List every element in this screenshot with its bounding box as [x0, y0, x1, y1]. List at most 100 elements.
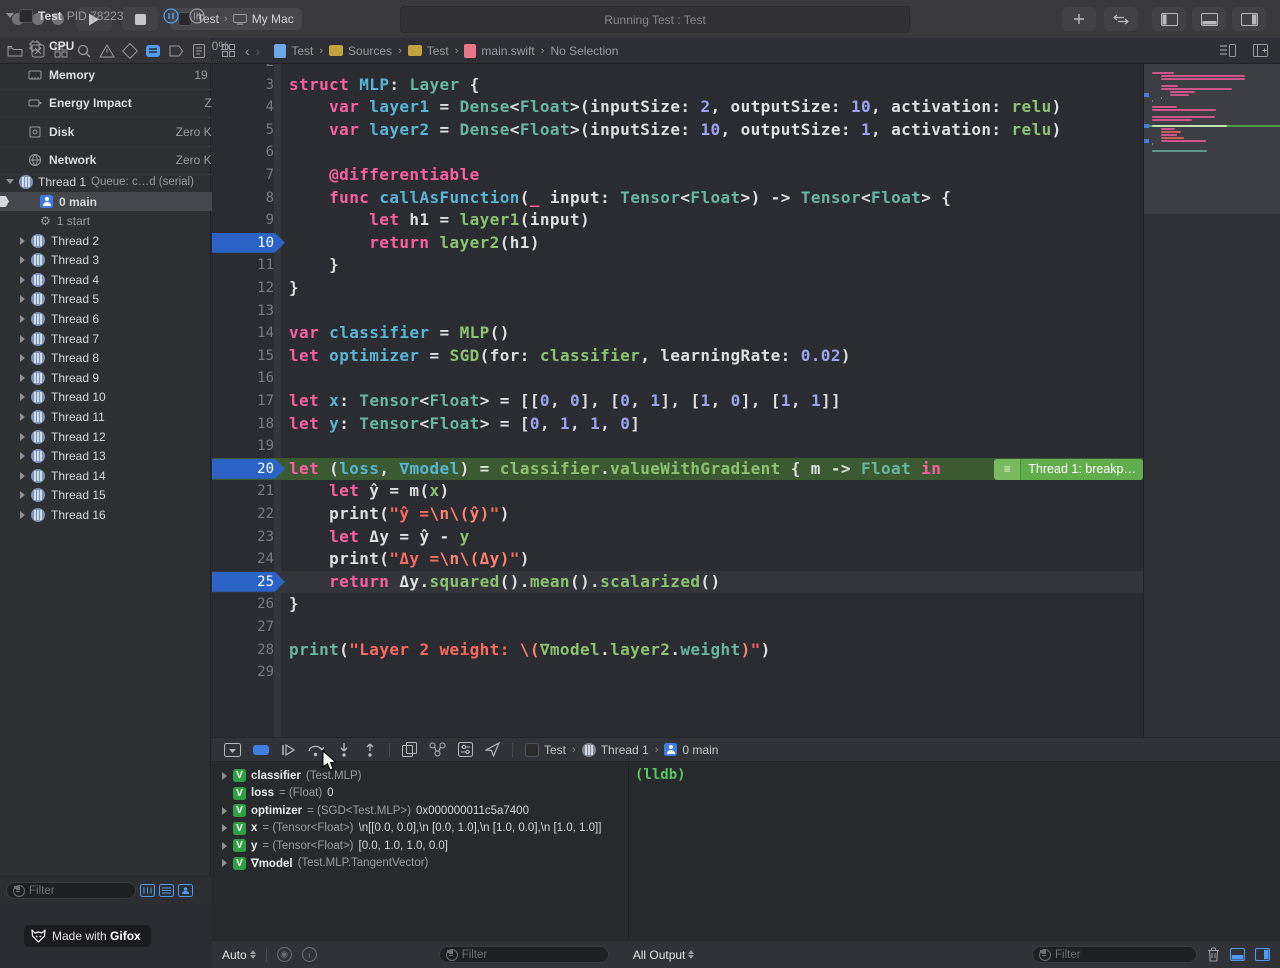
- thread-row-thread-4[interactable]: Thread 4: [0, 270, 231, 289]
- library-button[interactable]: [1062, 7, 1096, 31]
- console[interactable]: (lldb): [628, 763, 1280, 940]
- back-button[interactable]: ‹: [245, 43, 250, 59]
- info-icon[interactable]: i: [302, 947, 317, 962]
- variable-row-y[interactable]: Vy= (Tensor<Float>)[0.0, 1.0, 1.0, 0.0]: [212, 837, 627, 855]
- code-line-4[interactable]: 4 var layer1 = Dense<Float>(inputSize: 2…: [212, 96, 1143, 119]
- gauge-row-network[interactable]: NetworkZero KB/s: [0, 146, 239, 175]
- code-line-22[interactable]: 22 print("ŷ =\n\(ŷ)"): [212, 503, 1143, 526]
- variable-row-classifier[interactable]: Vclassifier(Test.MLP): [212, 767, 627, 785]
- thread-row-thread-7[interactable]: Thread 7: [0, 329, 231, 348]
- navigator-filter-field[interactable]: Filter: [6, 882, 136, 899]
- disclosure-triangle[interactable]: [20, 393, 25, 401]
- code-line-15[interactable]: 15let optimizer = SGD(for: classifier, l…: [212, 345, 1143, 368]
- disclosure-triangle[interactable]: [222, 807, 227, 815]
- disclosure-triangle[interactable]: [20, 491, 25, 499]
- code-line-19[interactable]: 19: [212, 435, 1143, 458]
- process-row[interactable]: Test PID 78223: [0, 6, 217, 25]
- gauge-row-cpu[interactable]: CPU0%: [0, 32, 239, 61]
- variable-row-loss[interactable]: Vloss= (Float)0: [212, 785, 627, 803]
- thread-row-thread-16[interactable]: Thread 16: [0, 505, 231, 524]
- disclosure-triangle[interactable]: [222, 772, 227, 780]
- disclosure-triangle[interactable]: [20, 413, 25, 421]
- clear-console-icon[interactable]: [1207, 947, 1220, 962]
- continue-execution-icon[interactable]: [281, 743, 295, 757]
- view-mode-icon[interactable]: [189, 8, 205, 24]
- code-line-12[interactable]: 12}: [212, 277, 1143, 300]
- code-line-25[interactable]: 25 return Δy.squared().mean().scalarized…: [212, 571, 1143, 594]
- thread-row-thread-10[interactable]: Thread 10: [0, 388, 231, 407]
- console-output-dropdown[interactable]: All Output: [633, 948, 695, 962]
- environment-overrides-icon[interactable]: [458, 742, 473, 757]
- breakpoints-toggle-icon[interactable]: [253, 745, 269, 755]
- show-running-threads-icon[interactable]: [140, 884, 155, 897]
- gauge-row-disk[interactable]: DiskZero KB/s: [0, 118, 239, 147]
- code-line-27[interactable]: 27: [212, 616, 1143, 639]
- disclosure-triangle[interactable]: [20, 452, 25, 460]
- breadcrumb-item[interactable]: Test: [408, 44, 449, 58]
- variables-scope-dropdown[interactable]: Auto: [222, 948, 256, 962]
- debug-memory-graph-icon[interactable]: [429, 742, 446, 757]
- simulate-location-icon[interactable]: [485, 742, 500, 757]
- show-interesting-frames-icon[interactable]: [178, 884, 193, 897]
- disclosure-triangle[interactable]: [20, 237, 25, 245]
- debug-crumb-thread-1[interactable]: Thread 1: [582, 743, 649, 757]
- code-line-24[interactable]: 24 print("Δy =\n\(Δy)"): [212, 548, 1143, 571]
- step-into-icon[interactable]: [337, 742, 351, 758]
- code-line-28[interactable]: 28print("Layer 2 weight: \(∇model.layer2…: [212, 639, 1143, 662]
- code-line-2[interactable]: 2: [212, 64, 1143, 74]
- breakpoint-marker[interactable]: 20: [212, 459, 285, 479]
- disclosure-triangle[interactable]: [20, 472, 25, 480]
- code-line-11[interactable]: 11 }: [212, 254, 1143, 277]
- pause-process-icon[interactable]: [163, 8, 179, 24]
- thread-1-row[interactable]: Thread 1 Queue: c…d (serial): [0, 172, 217, 191]
- thread-row-thread-15[interactable]: Thread 15: [0, 486, 231, 505]
- code-line-6[interactable]: 6: [212, 141, 1143, 164]
- code-line-3[interactable]: 3struct MLP: Layer {: [212, 74, 1143, 97]
- variable-row-x[interactable]: Vx= (Tensor<Float>)\n[[0.0, 0.0],\n [0.0…: [212, 820, 627, 838]
- thread-row-thread-8[interactable]: Thread 8: [0, 349, 231, 368]
- code-line-9[interactable]: 9 let h1 = layer1(input): [212, 209, 1143, 232]
- disclosure-triangle[interactable]: [20, 374, 25, 382]
- toggle-inspector-button[interactable]: [1232, 7, 1266, 31]
- code-line-21[interactable]: 21 let ŷ = m(x): [212, 480, 1143, 503]
- thread-row-thread-3[interactable]: Thread 3: [0, 251, 231, 270]
- debug-crumb-test[interactable]: Test: [525, 743, 566, 757]
- variable-row-optimizer[interactable]: Voptimizer= (SGD<Test.MLP>)0x000000011c5…: [212, 802, 627, 820]
- quicklook-icon[interactable]: ◉: [277, 947, 292, 962]
- disclosure-triangle[interactable]: [20, 511, 25, 519]
- disclosure-triangle[interactable]: [20, 315, 25, 323]
- code-line-16[interactable]: 16: [212, 367, 1143, 390]
- code-line-29[interactable]: 29: [212, 661, 1143, 684]
- thread-row-thread-6[interactable]: Thread 6: [0, 309, 231, 328]
- disclosure-triangle[interactable]: [20, 335, 25, 343]
- thread-row-thread-5[interactable]: Thread 5: [0, 290, 231, 309]
- disclosure-triangle[interactable]: [222, 859, 227, 867]
- code-line-20[interactable]: 20let (loss, ∇model) = classifier.valueW…: [212, 458, 1143, 481]
- thread-row-thread-11[interactable]: Thread 11: [0, 407, 231, 426]
- toggle-navigator-button[interactable]: [1152, 7, 1186, 31]
- annotation-menu-icon[interactable]: ≡: [994, 459, 1021, 480]
- gauge-row-memory[interactable]: Memory19 MB: [0, 61, 239, 90]
- dock-variables-icon[interactable]: [1230, 948, 1245, 961]
- code-line-14[interactable]: 14var classifier = MLP(): [212, 322, 1143, 345]
- breakpoint-marker[interactable]: 10: [212, 233, 285, 253]
- view-process-by-queue-icon[interactable]: [159, 884, 174, 897]
- editor-options-icon[interactable]: [1220, 44, 1236, 57]
- code-line-26[interactable]: 26}: [212, 593, 1143, 616]
- console-filter-field[interactable]: Filter: [1032, 946, 1197, 963]
- thread-row-thread-9[interactable]: Thread 9: [0, 368, 231, 387]
- disclosure-triangle[interactable]: [6, 13, 14, 18]
- disclosure-triangle[interactable]: [20, 354, 25, 362]
- hide-debug-area-icon[interactable]: [224, 743, 241, 757]
- breadcrumb-item[interactable]: No Selection: [550, 44, 618, 58]
- source-editor[interactable]: 23struct MLP: Layer {4 var layer1 = Dens…: [212, 64, 1280, 737]
- code-line-18[interactable]: 18let y: Tensor<Float> = [0, 1, 1, 0]: [212, 413, 1143, 436]
- disclosure-triangle[interactable]: [222, 824, 227, 832]
- disclosure-triangle[interactable]: [20, 276, 25, 284]
- breadcrumb-item[interactable]: Test: [274, 44, 313, 58]
- breakpoint-marker[interactable]: 25: [212, 572, 285, 592]
- thread-row-thread-13[interactable]: Thread 13: [0, 447, 231, 466]
- debug-crumb-0-main[interactable]: 0 main: [664, 743, 718, 757]
- disclosure-triangle[interactable]: [20, 256, 25, 264]
- thread-row-thread-2[interactable]: Thread 2: [0, 231, 231, 250]
